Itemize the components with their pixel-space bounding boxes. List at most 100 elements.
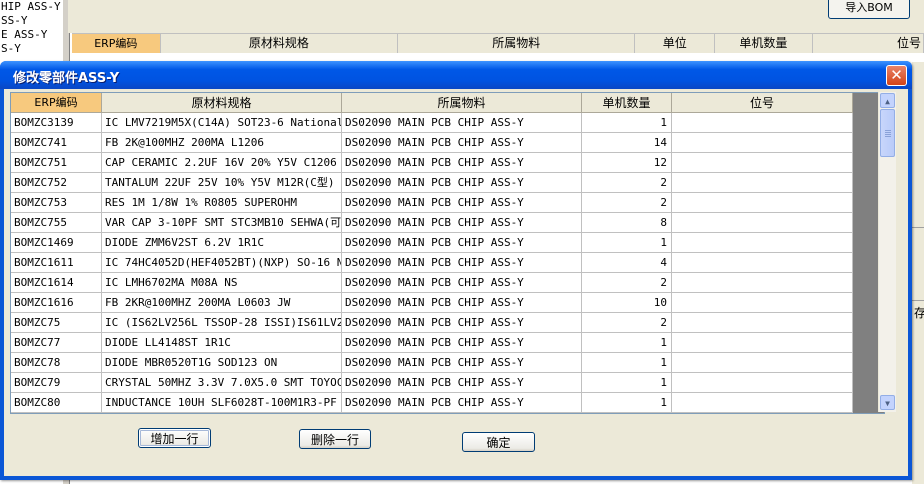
table-row[interactable]: BOMZC1469 DIODE ZMM6V2ST 6.2V 1R1C DS02090… (11, 233, 853, 253)
import-bom-button[interactable]: 导入BOM (828, 0, 910, 19)
cell-pos[interactable] (672, 153, 853, 173)
cell-qty[interactable]: 14 (582, 133, 672, 153)
table-row[interactable]: BOMZC79 CRYSTAL 50MHZ 3.3V 7.0X5.0 SMT TO… (11, 373, 853, 393)
bg-col-unit[interactable]: 单位 (635, 34, 716, 53)
col-header-pos[interactable]: 位号 (672, 93, 853, 113)
cell-qty[interactable]: 1 (582, 373, 672, 393)
ok-button[interactable]: 确定 (462, 432, 535, 452)
cell-pos[interactable] (672, 193, 853, 213)
cell-qty[interactable]: 1 (582, 333, 672, 353)
background-list-item[interactable]: HIP ASS-Y (0, 0, 62, 14)
cell-erp[interactable]: BOMZC751 (11, 153, 102, 173)
cell-erp[interactable]: BOMZC75 (11, 313, 102, 333)
background-list-item[interactable]: S-Y (0, 42, 62, 56)
table-row[interactable]: BOMZC1614 IC LMH6702MA M08A NS DS02090 MAI… (11, 273, 853, 293)
cell-material[interactable]: DS02090 MAIN PCB CHIP ASS-Y (342, 373, 582, 393)
bg-col-pos[interactable]: 位号 (813, 34, 924, 53)
scroll-up-button[interactable]: ▲ (880, 93, 895, 108)
table-row[interactable]: BOMZC741 FB 2K@100MHZ 200MA L1206 DS02090 … (11, 133, 853, 153)
cell-qty[interactable]: 2 (582, 173, 672, 193)
grid-vertical-scrollbar[interactable]: ▲ ▼ (878, 92, 896, 412)
cell-pos[interactable] (672, 353, 853, 373)
cell-qty[interactable]: 4 (582, 253, 672, 273)
cell-pos[interactable] (672, 113, 853, 133)
cell-spec[interactable]: CRYSTAL 50MHZ 3.3V 7.0X5.0 SMT TOYOCO (102, 373, 342, 393)
cell-qty[interactable]: 2 (582, 313, 672, 333)
cell-material[interactable]: DS02090 MAIN PCB CHIP ASS-Y (342, 273, 582, 293)
cell-erp[interactable]: BOMZC3139 (11, 113, 102, 133)
cell-erp[interactable]: BOMZC741 (11, 133, 102, 153)
cell-qty[interactable]: 10 (582, 293, 672, 313)
cell-qty[interactable]: 2 (582, 193, 672, 213)
bg-col-erp[interactable]: ERP编码 (72, 34, 161, 53)
cell-qty[interactable]: 2 (582, 273, 672, 293)
cell-material[interactable]: DS02090 MAIN PCB CHIP ASS-Y (342, 253, 582, 273)
cell-qty[interactable]: 1 (582, 113, 672, 133)
close-button[interactable]: ✕ (886, 65, 907, 86)
cell-erp[interactable]: BOMZC1469 (11, 233, 102, 253)
cell-material[interactable]: DS02090 MAIN PCB CHIP ASS-Y (342, 173, 582, 193)
scroll-down-button[interactable]: ▼ (880, 395, 895, 410)
cell-material[interactable]: DS02090 MAIN PCB CHIP ASS-Y (342, 293, 582, 313)
cell-material[interactable]: DS02090 MAIN PCB CHIP ASS-Y (342, 193, 582, 213)
cell-material[interactable]: DS02090 MAIN PCB CHIP ASS-Y (342, 153, 582, 173)
table-row[interactable]: BOMZC3139 IC LMV7219M5X(C14A) SOT23-6 Nat… (11, 113, 853, 133)
bg-col-spec[interactable]: 原材料规格 (161, 34, 399, 53)
cell-spec[interactable]: FB 2KR@100MHZ 200MA L0603 JW (102, 293, 342, 313)
cell-erp[interactable]: BOMZC1614 (11, 273, 102, 293)
table-row[interactable]: BOMZC1616 FB 2KR@100MHZ 200MA L0603 JW DS0… (11, 293, 853, 313)
cell-pos[interactable] (672, 313, 853, 333)
dialog-titlebar[interactable]: 修改零部件ASS-Y ✕ (0, 61, 912, 89)
cell-erp[interactable]: BOMZC755 (11, 213, 102, 233)
col-header-erp[interactable]: ERP编码 (11, 93, 102, 113)
bg-col-material[interactable]: 所属物料 (398, 34, 636, 53)
cell-spec[interactable]: VAR CAP 3-10PF SMT STC3MB10 SEHWA(可 (102, 213, 342, 233)
cell-pos[interactable] (672, 393, 853, 413)
cell-spec[interactable]: DIODE MBR0520T1G SOD123 ON (102, 353, 342, 373)
cell-material[interactable]: DS02090 MAIN PCB CHIP ASS-Y (342, 233, 582, 253)
cell-spec[interactable]: CAP CERAMIC 2.2UF 16V 20% Y5V C1206 F (102, 153, 342, 173)
cell-material[interactable]: DS02090 MAIN PCB CHIP ASS-Y (342, 393, 582, 413)
table-row[interactable]: BOMZC1611 IC 74HC4052D(HEF4052BT)(NXP) SO… (11, 253, 853, 273)
cell-erp[interactable]: BOMZC78 (11, 353, 102, 373)
table-row[interactable]: BOMZC80 INDUCTANCE 10UH SLF6028T-100M1R3-… (11, 393, 853, 413)
cell-pos[interactable] (672, 173, 853, 193)
cell-material[interactable]: DS02090 MAIN PCB CHIP ASS-Y (342, 353, 582, 373)
cell-spec[interactable]: FB 2K@100MHZ 200MA L1206 (102, 133, 342, 153)
cell-spec[interactable]: DIODE ZMM6V2ST 6.2V 1R1C (102, 233, 342, 253)
table-row[interactable]: BOMZC752 TANTALUM 22UF 25V 10% Y5V M12R(C… (11, 173, 853, 193)
cell-spec[interactable]: IC (IS62LV256L TSSOP-28 ISSI)IS61LV25 (102, 313, 342, 333)
cell-spec[interactable]: DIODE LL4148ST 1R1C (102, 333, 342, 353)
bg-col-qty[interactable]: 单机数量 (715, 34, 813, 53)
cell-pos[interactable] (672, 213, 853, 233)
cell-pos[interactable] (672, 373, 853, 393)
cell-pos[interactable] (672, 333, 853, 353)
background-list-item[interactable]: SS-Y (0, 14, 62, 28)
cell-material[interactable]: DS02090 MAIN PCB CHIP ASS-Y (342, 313, 582, 333)
cell-material[interactable]: DS02090 MAIN PCB CHIP ASS-Y (342, 213, 582, 233)
cell-erp[interactable]: BOMZC752 (11, 173, 102, 193)
cell-pos[interactable] (672, 293, 853, 313)
cell-pos[interactable] (672, 253, 853, 273)
cell-qty[interactable]: 1 (582, 233, 672, 253)
cell-spec[interactable]: IC LMV7219M5X(C14A) SOT23-6 National (102, 113, 342, 133)
cell-erp[interactable]: BOMZC1611 (11, 253, 102, 273)
cell-spec[interactable]: TANTALUM 22UF 25V 10% Y5V M12R(C型) C (102, 173, 342, 193)
table-row[interactable]: BOMZC753 RES 1M 1/8W 1% R0805 SUPEROHM DS0… (11, 193, 853, 213)
cell-spec[interactable]: IC LMH6702MA M08A NS (102, 273, 342, 293)
delete-row-button[interactable]: 删除一行 (299, 429, 371, 449)
col-header-material[interactable]: 所属物料 (342, 93, 582, 113)
cell-qty[interactable]: 1 (582, 393, 672, 413)
cell-erp[interactable]: BOMZC79 (11, 373, 102, 393)
cell-pos[interactable] (672, 273, 853, 293)
table-row[interactable]: BOMZC78 DIODE MBR0520T1G SOD123 ON DS02090… (11, 353, 853, 373)
table-row[interactable]: BOMZC77 DIODE LL4148ST 1R1C DS02090 MAIN P… (11, 333, 853, 353)
col-header-spec[interactable]: 原材料规格 (102, 93, 342, 113)
cell-pos[interactable] (672, 133, 853, 153)
background-list-item[interactable]: E ASS-Y (0, 28, 62, 42)
cell-material[interactable]: DS02090 MAIN PCB CHIP ASS-Y (342, 133, 582, 153)
cell-erp[interactable]: BOMZC1616 (11, 293, 102, 313)
add-row-button[interactable]: 增加一行 (138, 428, 211, 448)
cell-spec[interactable]: INDUCTANCE 10UH SLF6028T-100M1R3-PF T (102, 393, 342, 413)
table-row[interactable]: BOMZC751 CAP CERAMIC 2.2UF 16V 20% Y5V C1… (11, 153, 853, 173)
